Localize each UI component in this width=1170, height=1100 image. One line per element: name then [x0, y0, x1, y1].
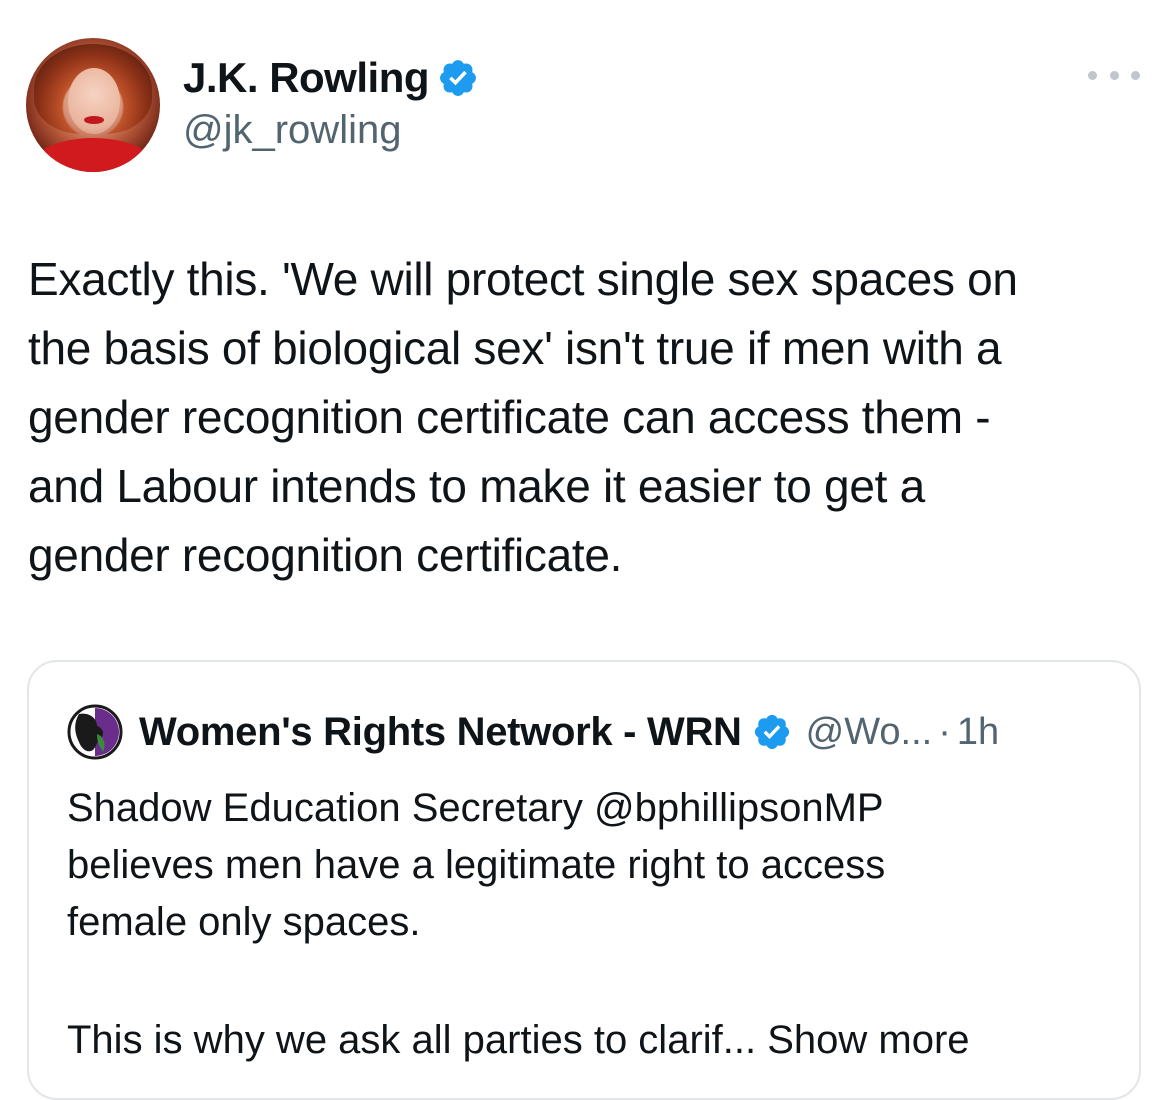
show-more-link[interactable]: Show more: [767, 1018, 969, 1062]
quoted-tweet-last-line: This is why we ask all parties to clarif…: [67, 1018, 757, 1062]
tweet: J.K. Rowling @jk_rowling Exactly this. '…: [0, 0, 1170, 1100]
more-dot: [1109, 70, 1119, 80]
verified-badge-icon: [754, 714, 789, 750]
quoted-tweet-header: Women's Rights Network - WRN @Wo... · 1h: [67, 704, 999, 760]
quoted-tweet-text: Shadow Education Secretary @bphillipsonM…: [67, 786, 886, 944]
more-dot: [1088, 70, 1097, 80]
avatar-shoulders: [30, 138, 156, 172]
author-name-row: J.K. Rowling: [183, 50, 479, 106]
quoted-author-handle[interactable]: @Wo...: [806, 711, 933, 754]
author-handle[interactable]: @jk_rowling: [183, 108, 401, 153]
quoted-tweet-time[interactable]: 1h: [957, 711, 999, 754]
tweet-text: Exactly this. 'We will protect single se…: [28, 253, 1018, 581]
wrn-logo-icon: [67, 704, 123, 760]
verified-badge-icon: [440, 60, 476, 96]
quoted-tweet-card[interactable]: Women's Rights Network - WRN @Wo... · 1h…: [27, 660, 1141, 1100]
quoted-tweet-truncated-line: This is why we ask all parties to clarif…: [67, 1012, 970, 1069]
avatar-face: [68, 68, 120, 134]
separator-dot: ·: [938, 710, 951, 753]
author-avatar[interactable]: [26, 38, 160, 172]
more-dot: [1131, 70, 1140, 80]
author-display-name[interactable]: J.K. Rowling: [183, 54, 430, 102]
avatar-lips: [84, 116, 104, 124]
quoted-author-name[interactable]: Women's Rights Network - WRN: [139, 710, 742, 755]
more-options-icon[interactable]: [1088, 62, 1140, 88]
